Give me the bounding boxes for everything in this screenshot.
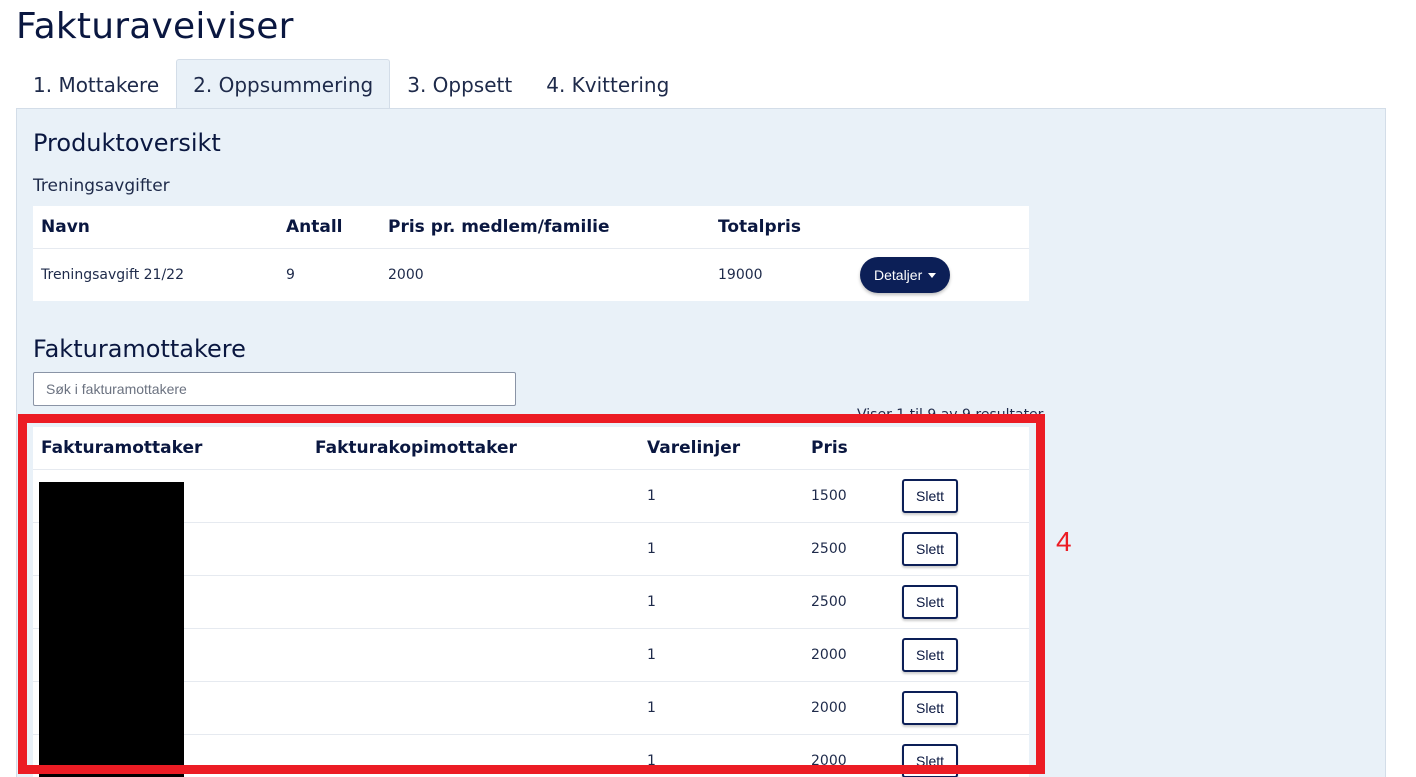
recipients-table: Fakturamottaker Fakturakopimottaker Vare… bbox=[33, 427, 1029, 777]
row-varelinjer: 1 bbox=[647, 700, 656, 716]
results-info: Viser 1 til 9 av 9 resultater bbox=[857, 407, 1044, 423]
tab-oppsett[interactable]: 3. Oppsett bbox=[390, 59, 529, 109]
row-pris: 2500 bbox=[811, 541, 847, 557]
row-varelinjer: 1 bbox=[647, 753, 656, 769]
delete-button[interactable]: Slett bbox=[902, 479, 959, 513]
row-varelinjer: 1 bbox=[647, 541, 656, 557]
delete-button[interactable]: Slett bbox=[902, 585, 959, 619]
tab-mottakere[interactable]: 1. Mottakere bbox=[16, 59, 176, 109]
col-header-pris: Pris pr. medlem/familie bbox=[388, 217, 610, 237]
product-total: 19000 bbox=[718, 267, 763, 283]
recipients-header-row: Fakturamottaker Fakturakopimottaker Vare… bbox=[33, 427, 1029, 469]
redacted-recipient-names bbox=[39, 482, 184, 777]
delete-button[interactable]: Slett bbox=[902, 744, 959, 777]
delete-button[interactable]: Slett bbox=[902, 638, 959, 672]
annotation-label: 4 bbox=[1056, 526, 1072, 557]
row-pris: 2000 bbox=[811, 753, 847, 769]
col-header-navn: Navn bbox=[41, 217, 90, 237]
col-header-fakturakopimottaker: Fakturakopimottaker bbox=[315, 438, 517, 458]
product-name: Treningsavgift 21/22 bbox=[41, 267, 184, 283]
caret-down-icon bbox=[928, 272, 937, 278]
delete-button[interactable]: Slett bbox=[902, 691, 959, 725]
col-header-antall: Antall bbox=[286, 217, 343, 237]
summary-panel: Produktoversikt Treningsavgifter Navn An… bbox=[16, 108, 1386, 777]
products-header-row: Navn Antall Pris pr. medlem/familie Tota… bbox=[33, 206, 1029, 248]
wizard-tabs: 1. Mottakere 2. Oppsummering 3. Oppsett … bbox=[16, 59, 686, 109]
col-header-pris: Pris bbox=[811, 438, 848, 458]
details-dropdown-button[interactable]: Detaljer bbox=[860, 257, 951, 293]
row-varelinjer: 1 bbox=[647, 488, 656, 504]
delete-button[interactable]: Slett bbox=[902, 532, 959, 566]
product-price: 2000 bbox=[388, 267, 424, 283]
row-pris: 1500 bbox=[811, 488, 847, 504]
tab-oppsummering[interactable]: 2. Oppsummering bbox=[176, 59, 391, 109]
row-pris: 2000 bbox=[811, 647, 847, 663]
col-header-fakturamottaker: Fakturamottaker bbox=[41, 438, 203, 458]
tab-kvittering[interactable]: 4. Kvittering bbox=[529, 59, 686, 109]
row-varelinjer: 1 bbox=[647, 647, 656, 663]
product-category: Treningsavgifter bbox=[33, 176, 170, 196]
products-table: Navn Antall Pris pr. medlem/familie Tota… bbox=[33, 206, 1029, 301]
page-title: Fakturaveiviser bbox=[16, 6, 294, 47]
col-header-varelinjer: Varelinjer bbox=[647, 438, 741, 458]
products-title: Produktoversikt bbox=[33, 129, 221, 157]
details-button-label: Detaljer bbox=[874, 267, 923, 283]
recipients-search-input[interactable] bbox=[33, 372, 516, 406]
recipients-title: Fakturamottakere bbox=[33, 335, 246, 363]
product-count: 9 bbox=[286, 267, 295, 283]
row-varelinjer: 1 bbox=[647, 594, 656, 610]
table-row: Treningsavgift 21/22 9 2000 19000 Detalj… bbox=[33, 248, 1029, 301]
row-pris: 2500 bbox=[811, 594, 847, 610]
col-header-totalpris: Totalpris bbox=[718, 217, 801, 237]
row-pris: 2000 bbox=[811, 700, 847, 716]
